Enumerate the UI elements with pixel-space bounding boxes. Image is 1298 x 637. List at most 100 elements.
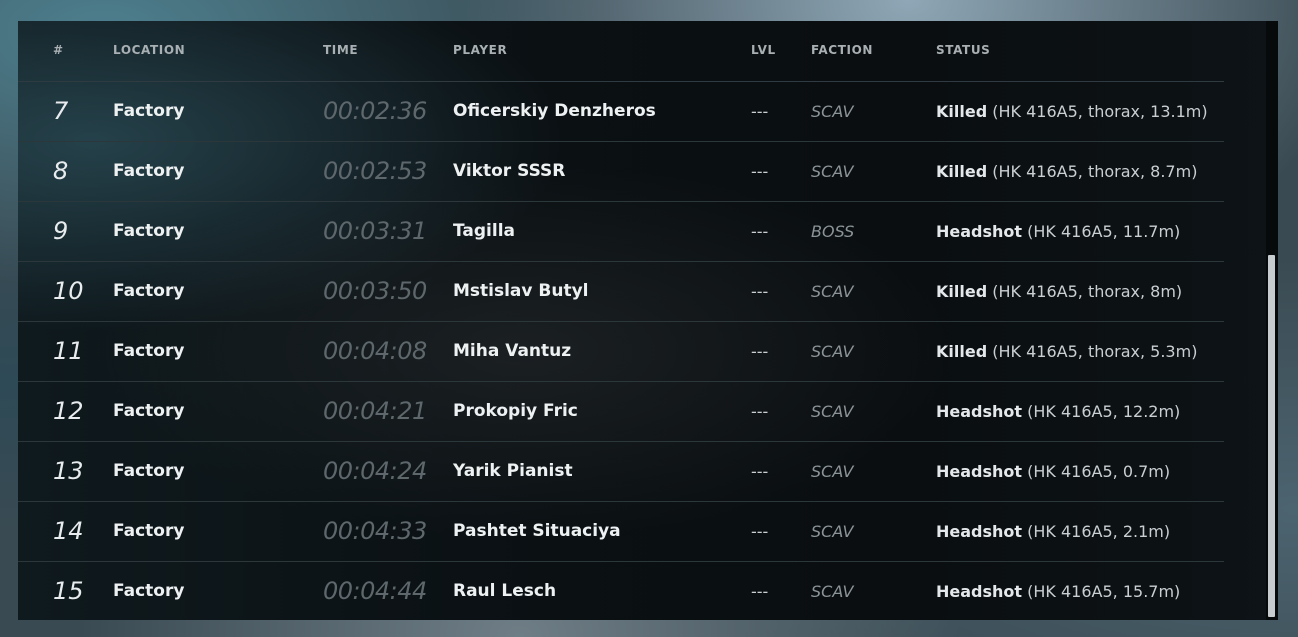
table-row[interactable]: 9 Factory 00:03:31 Tagilla --- BOSS Head… — [18, 202, 1224, 262]
header-number[interactable]: # — [53, 43, 64, 57]
status-kind: Killed — [936, 102, 988, 121]
row-faction: SCAV — [811, 522, 854, 541]
row-faction: SCAV — [811, 282, 854, 301]
table-row[interactable]: 15 Factory 00:04:44 Raul Lesch --- SCAV … — [18, 562, 1224, 620]
row-player: Mstislav Butyl — [453, 281, 589, 301]
row-status: Killed (HK 416A5, thorax, 8m) — [936, 262, 1182, 321]
row-number: 11 — [53, 337, 84, 365]
row-status: Headshot (HK 416A5, 0.7m) — [936, 442, 1170, 501]
table-row[interactable]: 12 Factory 00:04:21 Prokopiy Fric --- SC… — [18, 382, 1224, 442]
row-level: --- — [751, 522, 769, 541]
header-level[interactable]: LVL — [751, 43, 776, 57]
row-time: 00:03:50 — [323, 277, 427, 305]
row-status: Killed (HK 416A5, thorax, 5.3m) — [936, 322, 1197, 381]
table-row[interactable]: 8 Factory 00:02:53 Viktor SSSR --- SCAV … — [18, 142, 1224, 202]
table-row[interactable]: 7 Factory 00:02:36 Oficerskiy Denzheros … — [18, 82, 1224, 142]
row-faction: SCAV — [811, 402, 854, 421]
status-kind: Headshot — [936, 222, 1023, 241]
row-faction: SCAV — [811, 102, 854, 121]
row-number: 14 — [53, 517, 84, 545]
status-detail: (HK 416A5, 12.2m) — [1027, 402, 1181, 421]
header-location[interactable]: LOCATION — [113, 43, 185, 57]
row-location: Factory — [113, 101, 185, 121]
row-status: Headshot (HK 416A5, 12.2m) — [936, 382, 1180, 441]
row-location: Factory — [113, 461, 185, 481]
header-status[interactable]: STATUS — [936, 43, 990, 57]
header-player[interactable]: PLAYER — [453, 43, 507, 57]
row-faction: SCAV — [811, 582, 854, 601]
row-time: 00:04:08 — [323, 337, 427, 365]
row-level: --- — [751, 162, 769, 181]
row-status: Headshot (HK 416A5, 15.7m) — [936, 562, 1180, 620]
table-row[interactable]: 13 Factory 00:04:24 Yarik Pianist --- SC… — [18, 442, 1224, 502]
row-player: Pashtet Situaciya — [453, 521, 621, 541]
row-time: 00:04:24 — [323, 457, 427, 485]
row-faction: SCAV — [811, 162, 854, 181]
row-number: 10 — [53, 277, 84, 305]
row-faction: SCAV — [811, 462, 854, 481]
row-player: Oficerskiy Denzheros — [453, 101, 656, 121]
vertical-scrollbar[interactable] — [1266, 21, 1278, 620]
status-detail: (HK 416A5, 11.7m) — [1027, 222, 1181, 241]
row-level: --- — [751, 402, 769, 421]
row-location: Factory — [113, 521, 185, 541]
row-number: 15 — [53, 577, 84, 605]
status-kind: Killed — [936, 342, 988, 361]
row-level: --- — [751, 582, 769, 601]
table-header: # LOCATION TIME PLAYER LVL FACTION STATU… — [18, 21, 1224, 82]
row-location: Factory — [113, 581, 185, 601]
row-status: Killed (HK 416A5, thorax, 8.7m) — [936, 142, 1197, 201]
row-location: Factory — [113, 161, 185, 181]
status-detail: (HK 416A5, thorax, 5.3m) — [992, 342, 1198, 361]
row-player: Raul Lesch — [453, 581, 557, 601]
status-kind: Headshot — [936, 582, 1023, 601]
row-level: --- — [751, 102, 769, 121]
row-number: 7 — [53, 97, 69, 125]
status-detail: (HK 416A5, thorax, 8.7m) — [992, 162, 1198, 181]
row-player: Yarik Pianist — [453, 461, 573, 481]
row-location: Factory — [113, 281, 185, 301]
row-number: 13 — [53, 457, 84, 485]
row-faction: BOSS — [811, 222, 855, 241]
status-detail: (HK 416A5, 15.7m) — [1027, 582, 1181, 601]
row-number: 12 — [53, 397, 84, 425]
row-level: --- — [751, 342, 769, 361]
kills-list-panel: # LOCATION TIME PLAYER LVL FACTION STATU… — [18, 21, 1278, 620]
status-kind: Headshot — [936, 462, 1023, 481]
row-level: --- — [751, 282, 769, 301]
row-time: 00:02:53 — [323, 157, 427, 185]
header-time[interactable]: TIME — [323, 43, 358, 57]
row-number: 9 — [53, 217, 69, 245]
row-player: Tagilla — [453, 221, 515, 241]
row-player: Viktor SSSR — [453, 161, 566, 181]
status-kind: Headshot — [936, 522, 1023, 541]
status-detail: (HK 416A5, 2.1m) — [1027, 522, 1171, 541]
row-time: 00:04:44 — [323, 577, 427, 605]
table-row[interactable]: 10 Factory 00:03:50 Mstislav Butyl --- S… — [18, 262, 1224, 322]
row-level: --- — [751, 222, 769, 241]
scrollbar-thumb[interactable] — [1268, 255, 1275, 617]
status-detail: (HK 416A5, thorax, 13.1m) — [992, 102, 1208, 121]
row-player: Prokopiy Fric — [453, 401, 578, 421]
row-time: 00:02:36 — [323, 97, 427, 125]
row-number: 8 — [53, 157, 69, 185]
row-location: Factory — [113, 221, 185, 241]
row-faction: SCAV — [811, 342, 854, 361]
row-time: 00:03:31 — [323, 217, 427, 245]
status-detail: (HK 416A5, thorax, 8m) — [992, 282, 1183, 301]
row-location: Factory — [113, 341, 185, 361]
header-faction[interactable]: FACTION — [811, 43, 873, 57]
table-row[interactable]: 14 Factory 00:04:33 Pashtet Situaciya --… — [18, 502, 1224, 562]
table-body: 7 Factory 00:02:36 Oficerskiy Denzheros … — [18, 82, 1224, 620]
row-time: 00:04:21 — [323, 397, 427, 425]
row-level: --- — [751, 462, 769, 481]
row-player: Miha Vantuz — [453, 341, 572, 361]
row-location: Factory — [113, 401, 185, 421]
status-kind: Killed — [936, 282, 988, 301]
status-kind: Killed — [936, 162, 988, 181]
status-kind: Headshot — [936, 402, 1023, 421]
status-detail: (HK 416A5, 0.7m) — [1027, 462, 1171, 481]
row-status: Headshot (HK 416A5, 11.7m) — [936, 202, 1180, 261]
row-time: 00:04:33 — [323, 517, 427, 545]
table-row[interactable]: 11 Factory 00:04:08 Miha Vantuz --- SCAV… — [18, 322, 1224, 382]
